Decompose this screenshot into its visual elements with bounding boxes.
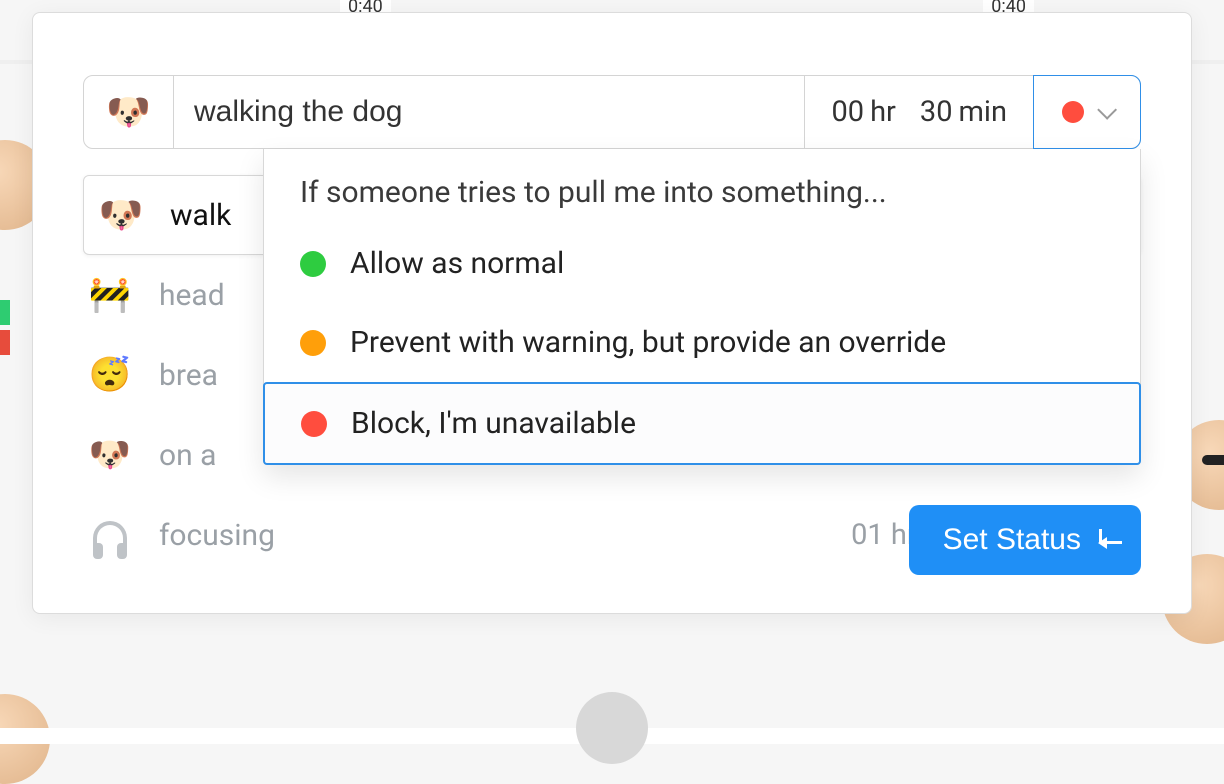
availability-option-allow[interactable]: Allow as normal [264,224,1140,303]
availability-option-label: Block, I'm unavailable [351,406,636,441]
status-emoji: 🐶 [106,91,151,133]
duration-minutes-unit: min [959,95,1008,129]
availability-option-label: Allow as normal [350,246,564,281]
status-input-row: 🐶 00hr 30min [83,75,1141,149]
sleep-icon: 😴 [89,354,131,396]
availability-dropdown: If someone tries to pull me into somethi… [263,149,1141,465]
duration-picker[interactable]: 00hr 30min [804,76,1033,148]
preset-label: walk [170,198,231,233]
orange-dot-icon [300,330,326,356]
availability-dot-icon [1062,101,1084,123]
enter-key-icon [1099,533,1107,548]
duration-minutes: 30 [920,95,953,129]
availability-dropdown-toggle[interactable] [1033,75,1141,149]
chevron-down-icon [1097,100,1117,120]
red-dot-icon [301,411,327,437]
preset-label: on a [159,438,216,473]
status-emoji-picker[interactable]: 🐶 [84,76,174,148]
construction-icon: 🚧 [89,274,131,316]
preset-label: head [159,278,225,313]
set-status-button[interactable]: Set Status [909,505,1141,575]
green-dot-icon [300,251,326,277]
preset-label: brea [159,358,218,393]
duration-hours: 00 [831,95,864,129]
set-status-label: Set Status [943,523,1081,557]
availability-option-label: Prevent with warning, but provide an ove… [350,325,946,360]
availability-option-block[interactable]: Block, I'm unavailable [263,382,1141,465]
availability-option-warn[interactable]: Prevent with warning, but provide an ove… [264,303,1140,382]
status-text-input[interactable] [174,76,804,148]
preset-label: focusing [159,518,275,553]
duration-hours-unit: hr [870,95,896,129]
status-dialog: 🐶 00hr 30min 🐶 walk 🚧 head 😴 brea [32,12,1192,614]
dog-icon: 🐶 [100,194,142,236]
headphones-icon [89,514,131,556]
dog-icon: 🐶 [89,434,131,476]
availability-dropdown-title: If someone tries to pull me into somethi… [264,149,1140,224]
